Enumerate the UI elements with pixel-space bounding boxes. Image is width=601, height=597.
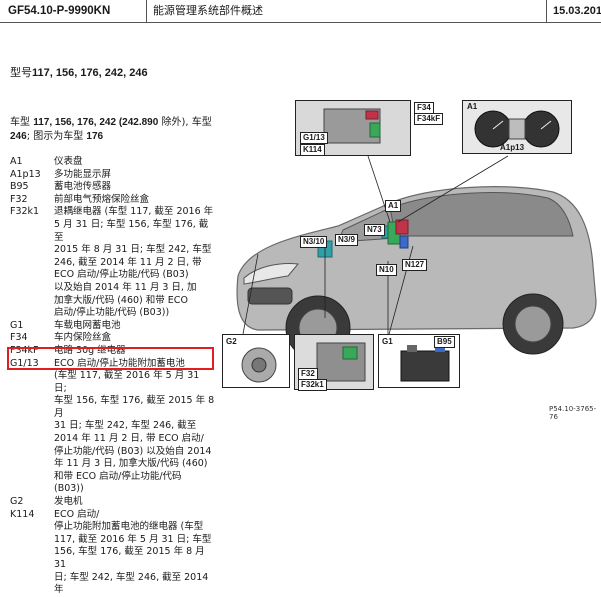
label-n3-9: N3/9: [335, 234, 358, 246]
legend-description: 加拿大版/代码 (460) 和带 ECO: [54, 294, 188, 306]
label-n10: N10: [376, 264, 397, 276]
document-title: 能源管理系统部件概述: [146, 0, 543, 22]
models-line: 型号117, 156, 176, 242, 246: [10, 64, 148, 80]
label-g2: G2: [226, 337, 237, 346]
legend-row: B95 蓄电池传感器: [10, 181, 215, 194]
intro-mid: 除外), 车型: [158, 117, 212, 128]
component-figure: F34 F34kF G1/13 K114 A1 A1p13 A1 N3/10 N…: [218, 96, 601, 396]
highlight-box: [7, 347, 214, 370]
legend-description: 启动/停止功能/代码 (B03)): [54, 307, 170, 319]
label-a1-cluster: A1: [467, 102, 478, 111]
legend-description: (B03)): [54, 483, 84, 495]
label-f34kf: F34kF: [414, 113, 444, 125]
legend-description: 和带 ECO 启动/停止功能/代码: [54, 470, 182, 482]
legend-description: 5 月 31 日; 车型 156, 车型 176, 截至: [54, 218, 209, 243]
label-f32k1: F32k1: [298, 379, 327, 391]
legend-code: F32k1: [10, 206, 40, 218]
legend-code: G1: [10, 319, 24, 331]
legend-description: 多功能显示屏: [54, 168, 112, 180]
legend-description: ECO 启动/: [54, 508, 100, 520]
label-g1-13: G1/13: [300, 132, 328, 144]
legend-code: B95: [10, 181, 29, 193]
intro-models: 117, 156, 176, 242 (242.890: [33, 117, 159, 128]
figure-number: P54.10-3765-76: [549, 405, 597, 421]
legend-description: 车载电网蓄电池: [54, 319, 121, 331]
legend-description: 停止功能附加蓄电池的继电器 (车型: [54, 521, 204, 533]
legend-description: 仪表盘: [54, 156, 83, 167]
legend-row: F32 前部电气预熔保险丝盒: [10, 194, 215, 207]
legend-description: 发电机: [54, 496, 83, 508]
legend-row: G2 发电机: [10, 496, 215, 509]
legend-code: A1p13: [10, 168, 41, 180]
legend-description: 以及始自 2014 年 11 月 3 日, 加: [54, 281, 197, 293]
intro-line2-rest: ; 图示为车型: [26, 131, 87, 142]
legend-code: K114: [10, 508, 35, 520]
document-header: GF54.10-P-9990KN 能源管理系统部件概述 15.03.2016: [0, 0, 601, 23]
legend-row: F34 车内保险丝盒: [10, 332, 215, 345]
legend-row: A1 仪表盘: [10, 156, 215, 169]
label-k114: K114: [300, 144, 325, 156]
document-id: GF54.10-P-9990KN: [8, 5, 111, 17]
intro-text: 车型 117, 156, 176, 242 (242.890 除外), 车型 2…: [10, 116, 215, 144]
component-legend: A1 仪表盘 A1p13 多功能显示屏 B95 蓄电池传感器 F32 前部电气预熔保险丝盒 F3…: [10, 156, 215, 597]
legend-description: 2015 年 8 月 31 日; 车型 242, 车型: [54, 244, 212, 256]
legend-description: 31 日; 车型 242, 车型 246, 截至: [54, 420, 197, 432]
label-n73: N73: [364, 224, 385, 236]
label-g1: G1: [382, 337, 393, 346]
legend-description: 停止功能/代码 (B03) 以及始自 2014: [54, 445, 212, 457]
legend-description: 退耦继电器 (车型 117, 截至 2016 年: [54, 206, 214, 218]
models-prefix: 型号: [10, 66, 32, 79]
legend-description: 156, 车型 176, 截至 2015 年 8 月 31: [54, 546, 205, 570]
legend-description: 日; 车型 242, 车型 246, 截至 2014 年: [54, 571, 209, 596]
intro-line2-bold: 246: [10, 131, 27, 142]
legend-row: K114 ECO 启动/停止功能附加蓄电池的继电器 (车型 117, 截至 2016…: [10, 509, 215, 597]
legend-description: 蓄电池传感器: [54, 181, 112, 193]
legend-code: G2: [10, 496, 24, 508]
label-b95: B95: [434, 336, 455, 348]
label-n3-10: N3/10: [300, 236, 328, 248]
label-a1-car: A1: [385, 200, 402, 212]
legend-row: G1/13 ECO 启动/停止功能附加蓄电池 (车型 117, 截至 2016 年 …: [10, 358, 215, 497]
legend-description: 246, 截至 2014 年 11 月 2 日, 带: [54, 256, 202, 268]
intro-shown-model: 176: [86, 131, 104, 142]
legend-row: F32k1 退耦继电器 (车型 117, 截至 2016 年5 月 31 日; 车…: [10, 206, 215, 319]
intro-prefix: 车型: [10, 117, 34, 128]
label-a1p13: A1p13: [500, 143, 525, 152]
legend-code: A1: [10, 156, 23, 167]
legend-description: 2014 年 11 月 2 日, 带 ECO 启动/: [54, 433, 204, 445]
document-date: 15.03.2016: [546, 0, 601, 22]
legend-description: 车内保险丝盒: [54, 332, 112, 344]
legend-description: 年 11 月 3 日, 加拿大版/代码 (460): [54, 458, 208, 470]
legend-description: ECO 启动/停止功能/代码 (B03): [54, 269, 189, 281]
legend-description: (车型 117, 截至 2016 年 5 月 31 日;: [54, 370, 200, 394]
legend-row: G1 车载电网蓄电池: [10, 320, 215, 333]
legend-row: A1p13 多功能显示屏: [10, 169, 215, 182]
models-list: 117, 156, 176, 242, 246: [32, 67, 148, 79]
legend-code: F32: [10, 193, 28, 205]
legend-description: 车型 156, 车型 176, 截至 2015 年 8 月: [54, 395, 215, 419]
label-n127: N127: [402, 259, 428, 271]
legend-code: F34: [10, 332, 28, 344]
legend-description: 前部电气预熔保险丝盒: [54, 193, 150, 205]
